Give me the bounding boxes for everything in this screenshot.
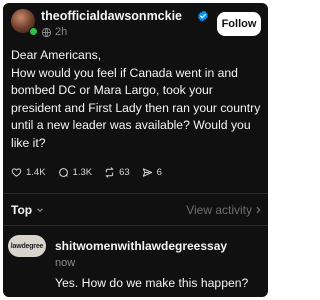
sort-dropdown[interactable]: Top bbox=[11, 203, 44, 217]
reply-button[interactable]: 1.3K bbox=[58, 167, 93, 178]
follow-button[interactable]: Follow bbox=[217, 12, 261, 36]
like-count: 1.4K bbox=[26, 167, 46, 178]
sort-label: Top bbox=[11, 203, 33, 217]
threads-post-card: theofficialdawsonmckie 2h Follow Dear Am… bbox=[3, 3, 268, 297]
author-username[interactable]: theofficialdawsonmckie bbox=[41, 9, 182, 23]
online-status-dot bbox=[29, 27, 38, 36]
reply-time: now bbox=[55, 257, 76, 269]
share-button[interactable]: 6 bbox=[142, 167, 162, 178]
heart-icon bbox=[11, 168, 22, 177]
divider bbox=[3, 193, 268, 194]
like-button[interactable]: 1.4K bbox=[11, 167, 46, 178]
repost-count: 63 bbox=[119, 167, 130, 178]
post-actions: 1.4K 1.3K 63 6 bbox=[11, 167, 162, 178]
reply-text: Yes. How do we make this happen? bbox=[55, 276, 249, 290]
post-body-text: Dear Americans, How would you feel if Ca… bbox=[11, 48, 261, 150]
repost-button[interactable]: 63 bbox=[104, 167, 130, 178]
reply-username[interactable]: shitwomenwithlawdegreessay bbox=[55, 239, 227, 253]
comment-icon bbox=[58, 168, 68, 177]
globe-icon bbox=[41, 27, 52, 37]
chevron-down-icon bbox=[37, 208, 43, 213]
divider bbox=[3, 225, 268, 226]
view-activity-label: View activity bbox=[186, 203, 252, 217]
reply-avatar[interactable]: lawdegree bbox=[8, 235, 46, 257]
chevron-right-icon bbox=[256, 206, 261, 214]
reply-count: 1.3K bbox=[72, 167, 93, 178]
view-activity-link[interactable]: View activity bbox=[186, 203, 262, 217]
post-time: 2h bbox=[55, 26, 68, 38]
share-count: 6 bbox=[156, 167, 162, 178]
send-icon bbox=[142, 168, 152, 177]
verified-badge-icon bbox=[198, 10, 208, 22]
post-meta: 2h bbox=[41, 26, 67, 38]
repost-icon bbox=[105, 167, 114, 178]
